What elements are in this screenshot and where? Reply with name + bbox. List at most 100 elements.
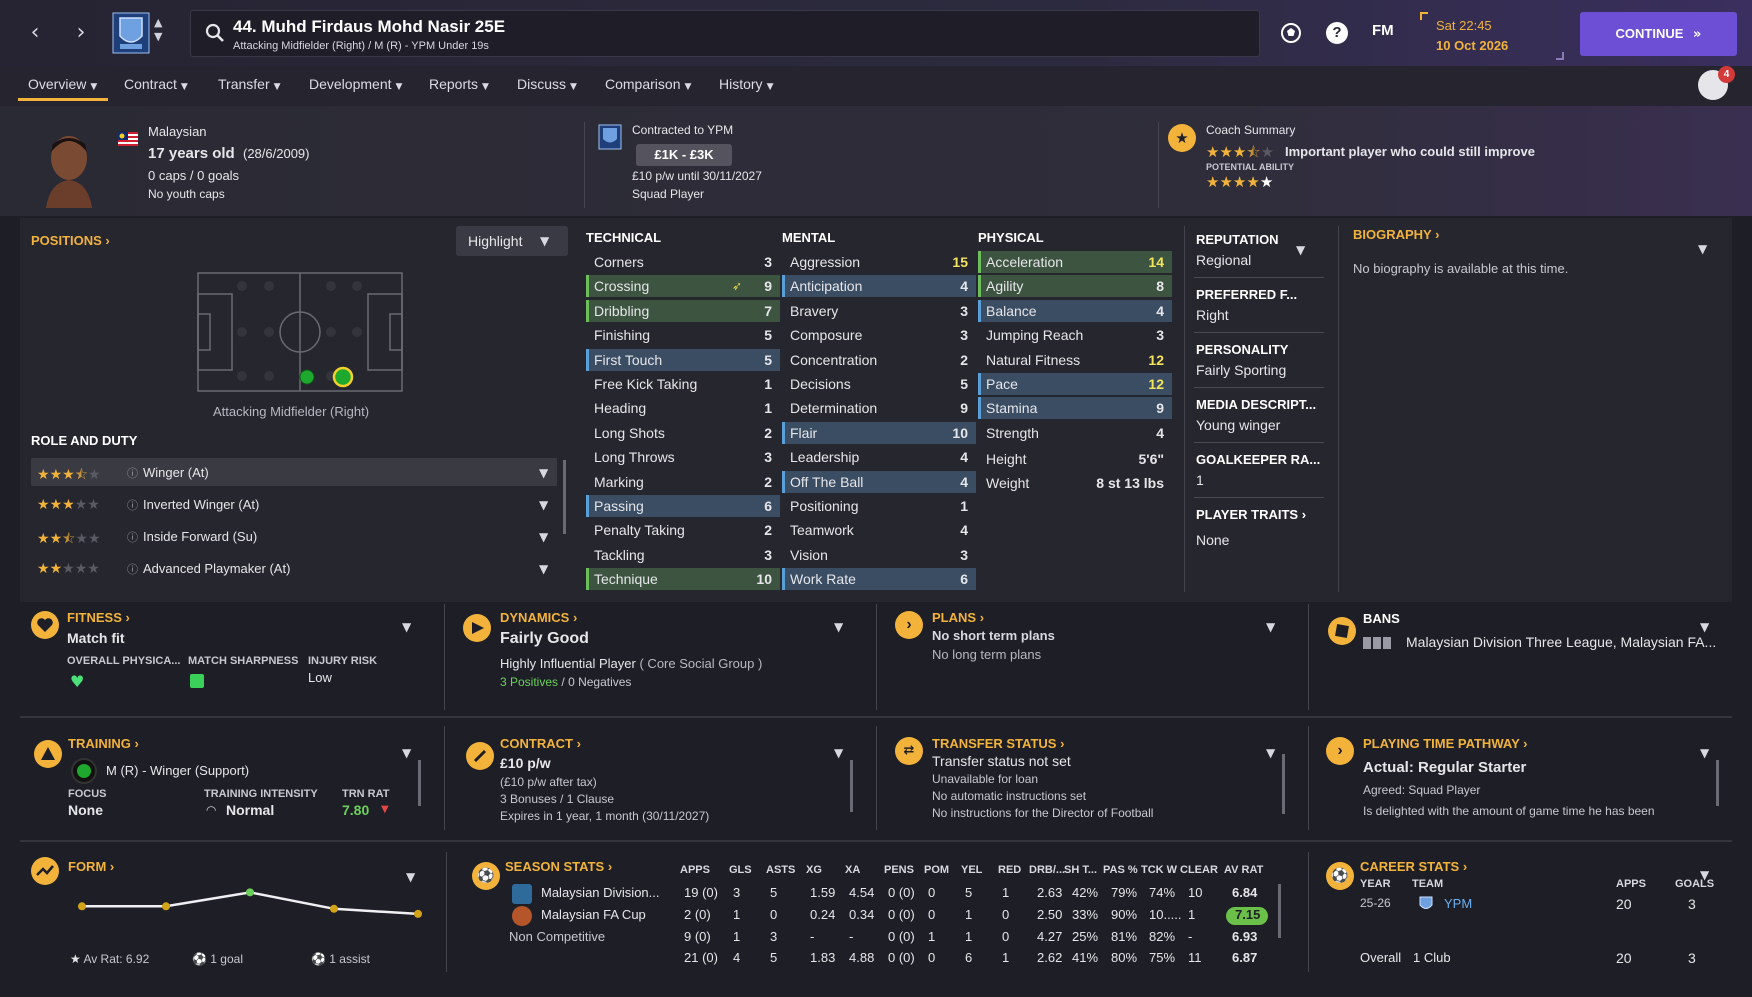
- chevron-down-icon[interactable]: ▼: [834, 620, 843, 634]
- playing-time-scrollbar[interactable]: [1716, 760, 1719, 806]
- tab-comparison[interactable]: Comparison ▼: [605, 76, 691, 92]
- tab-contract[interactable]: Contract ▼: [124, 76, 188, 92]
- attribute-row[interactable]: Leadership 4: [782, 446, 976, 468]
- season-column-header[interactable]: XA: [845, 864, 860, 876]
- form-point[interactable]: [78, 902, 86, 911]
- season-column-header[interactable]: APPS: [680, 864, 710, 876]
- attribute-row[interactable]: Long Throws 3: [586, 446, 780, 468]
- chevron-down-icon[interactable]: ▼: [539, 562, 548, 576]
- positives[interactable]: 3 Positives: [500, 675, 558, 689]
- attribute-row[interactable]: Jumping Reach 3: [978, 324, 1172, 346]
- chevron-down-icon[interactable]: ▼: [539, 466, 548, 480]
- transfer-header[interactable]: TRANSFER STATUS ›: [932, 736, 1064, 751]
- attribute-row[interactable]: Teamwork 4: [782, 519, 976, 541]
- attribute-row[interactable]: Marking 2: [586, 471, 780, 493]
- attribute-row[interactable]: Determination 9: [782, 397, 976, 419]
- attribute-row[interactable]: Flair 10: [782, 421, 976, 444]
- attribute-row[interactable]: Off The Ball 4: [782, 470, 976, 493]
- season-column-header[interactable]: GLS: [729, 864, 752, 876]
- season-stats-scrollbar[interactable]: [1278, 884, 1281, 938]
- tab-discuss[interactable]: Discuss ▼: [517, 76, 577, 92]
- career-team[interactable]: YPM: [1444, 896, 1472, 911]
- attribute-row[interactable]: Aggression 15: [782, 251, 976, 273]
- season-column-header[interactable]: RED: [998, 864, 1021, 876]
- chevron-down-icon[interactable]: ▼: [1266, 746, 1275, 760]
- attribute-row[interactable]: Crossing 9 ➶: [586, 275, 780, 298]
- playing-time-header[interactable]: PLAYING TIME PATHWAY ›: [1363, 736, 1527, 751]
- attribute-row[interactable]: Agility 8: [978, 275, 1172, 298]
- training-header[interactable]: TRAINING ›: [68, 736, 139, 751]
- season-column-header[interactable]: PAS %: [1103, 864, 1138, 876]
- competition-name[interactable]: Malaysian Division...: [541, 885, 660, 900]
- season-column-header[interactable]: DRB/...: [1029, 864, 1065, 876]
- season-column-header[interactable]: POM: [924, 864, 949, 876]
- role-row[interactable]: ★★★⯪★ ⓘ Winger (At) ▼: [31, 458, 557, 486]
- attribute-row[interactable]: Work Rate 6: [782, 568, 976, 591]
- form-point[interactable]: [330, 904, 338, 913]
- attribute-row[interactable]: Vision 3: [782, 544, 976, 566]
- forward-arrow-icon[interactable]: ›: [68, 20, 94, 46]
- season-column-header[interactable]: AV RAT: [1224, 864, 1263, 876]
- training-scrollbar[interactable]: [418, 760, 421, 806]
- tab-reports[interactable]: Reports ▼: [429, 76, 489, 92]
- biography-header[interactable]: BIOGRAPHY ›: [1353, 227, 1439, 242]
- info-icon[interactable]: ⓘ: [127, 529, 138, 545]
- attribute-row[interactable]: Anticipation 4: [782, 275, 976, 298]
- attribute-row[interactable]: Composure 3: [782, 324, 976, 346]
- chevron-down-icon[interactable]: ▼: [402, 620, 411, 634]
- season-column-header[interactable]: CLEAR: [1180, 864, 1218, 876]
- season-column-header[interactable]: ASTS: [766, 864, 795, 876]
- info-icon[interactable]: ⓘ: [127, 465, 138, 481]
- chevron-down-icon[interactable]: ▼: [1700, 746, 1709, 760]
- attribute-row[interactable]: Concentration 2: [782, 349, 976, 371]
- player-traits-header[interactable]: PLAYER TRAITS ›: [1196, 507, 1306, 522]
- role-row[interactable]: ★★★★★ ⓘ Advanced Playmaker (At) ▼: [31, 554, 557, 582]
- player-value-pill[interactable]: £1K - £3K: [636, 144, 732, 166]
- chevron-down-icon[interactable]: ▼: [402, 746, 411, 760]
- attribute-row[interactable]: Bravery 3: [782, 300, 976, 322]
- contract-header[interactable]: CONTRACT ›: [500, 736, 581, 751]
- attribute-row[interactable]: Positioning 1: [782, 495, 976, 517]
- player-cycle-icon[interactable]: ▲ ▼: [154, 16, 162, 44]
- attribute-row[interactable]: Strength 4: [978, 422, 1172, 444]
- player-search-box[interactable]: 44. Muhd Firdaus Mohd Nasir 25E Attackin…: [190, 10, 1260, 57]
- contract-scrollbar[interactable]: [850, 760, 853, 812]
- season-stats-header[interactable]: SEASON STATS ›: [505, 859, 612, 874]
- attribute-row[interactable]: Free Kick Taking 1: [586, 373, 780, 395]
- positions-header[interactable]: POSITIONS ›: [31, 233, 110, 248]
- chevron-down-icon[interactable]: ▼: [1700, 620, 1709, 634]
- info-icon[interactable]: ⓘ: [127, 497, 138, 513]
- attribute-row[interactable]: Pace 12: [978, 373, 1172, 395]
- tab-history[interactable]: History ▼: [719, 76, 773, 92]
- tab-development[interactable]: Development ▼: [309, 76, 402, 92]
- attribute-row[interactable]: Stamina 9: [978, 397, 1172, 420]
- highlight-dropdown[interactable]: Highlight ▼: [456, 226, 568, 256]
- season-column-header[interactable]: PENS: [884, 864, 914, 876]
- info-icon[interactable]: ⓘ: [127, 561, 138, 577]
- dynamics-header[interactable]: DYNAMICS ›: [500, 610, 577, 625]
- ball-icon[interactable]: [1280, 22, 1302, 44]
- attribute-row[interactable]: Long Shots 2: [586, 422, 780, 444]
- tab-transfer[interactable]: Transfer ▼: [218, 76, 281, 92]
- attribute-row[interactable]: Penalty Taking 2: [586, 519, 780, 541]
- season-column-header[interactable]: YEL: [961, 864, 982, 876]
- season-column-header[interactable]: XG: [806, 864, 822, 876]
- form-point[interactable]: [162, 902, 170, 911]
- attribute-row[interactable]: Dribbling 7: [586, 299, 780, 322]
- chevron-down-icon[interactable]: ▼: [1266, 620, 1275, 634]
- chevron-down-icon[interactable]: ▼: [1698, 242, 1707, 256]
- role-row[interactable]: ★★★★★ ⓘ Inverted Winger (At) ▼: [31, 490, 557, 518]
- chevron-down-icon[interactable]: ▼: [1296, 243, 1305, 257]
- negatives[interactable]: 0 Negatives: [568, 675, 631, 689]
- club-badge-icon[interactable]: [112, 12, 150, 54]
- attribute-row[interactable]: First Touch 5: [586, 348, 780, 371]
- form-header[interactable]: FORM ›: [68, 859, 114, 874]
- attribute-row[interactable]: Heading 1: [586, 397, 780, 419]
- continue-button[interactable]: CONTINUE »: [1580, 12, 1737, 56]
- role-row[interactable]: ★★⯪★★ ⓘ Inside Forward (Su) ▼: [31, 522, 557, 550]
- attribute-row[interactable]: Decisions 5: [782, 373, 976, 395]
- attribute-row[interactable]: Natural Fitness 12: [978, 349, 1172, 371]
- attribute-row[interactable]: Balance 4: [978, 299, 1172, 322]
- chevron-down-icon[interactable]: ▼: [539, 498, 548, 512]
- attribute-row[interactable]: Acceleration 14: [978, 251, 1172, 273]
